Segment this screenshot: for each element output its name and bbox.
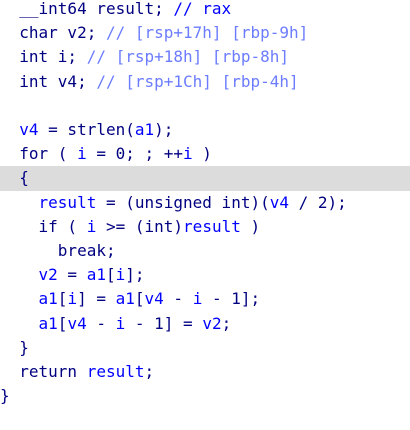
code-token: // [rsp+17h] [rbp-9h] <box>105 23 309 43</box>
code-token: ] = <box>77 289 116 309</box>
code-token: = 0; ; ++ <box>86 144 184 164</box>
code-token: = <box>57 265 87 285</box>
code-line[interactable]: } <box>0 384 410 408</box>
code-token: ; <box>144 362 155 381</box>
code-token: } <box>0 337 29 357</box>
pseudocode-editor[interactable]: __int64 result; // rax char v2; // [rsp+… <box>0 0 410 430</box>
code-token: // [rsp+18h] [rbp-8h] <box>86 47 289 67</box>
code-token: - <box>86 313 116 333</box>
code-token: v4 <box>67 313 87 333</box>
code-token: v2 <box>202 313 222 333</box>
code-token: v4 <box>144 289 164 309</box>
code-token: i <box>67 289 78 309</box>
code-token: ) <box>240 216 261 236</box>
code-line[interactable]: a1[v4 - i - 1] = v2; <box>0 312 410 336</box>
code-token: - 1]; <box>202 289 261 309</box>
code-token: a1 <box>38 289 58 309</box>
code-token: ]; <box>125 265 145 285</box>
code-token: i <box>192 289 203 309</box>
code-token: if ( <box>0 216 87 236</box>
code-token: __int64 result; <box>0 0 174 18</box>
code-token: ; <box>221 313 232 333</box>
code-token: // rax <box>173 0 232 18</box>
code-token: a1 <box>38 313 58 333</box>
code-token: [ <box>105 265 116 285</box>
code-token: [ <box>57 313 68 333</box>
code-line[interactable]: v4 = strlen(a1); <box>0 118 410 142</box>
code-token: result <box>183 216 241 236</box>
code-token: / 2); <box>288 192 347 212</box>
code-token: [ <box>134 289 145 309</box>
code-line[interactable]: } <box>0 336 410 360</box>
code-line[interactable]: if ( i >= (int)result ) <box>0 215 410 239</box>
code-token: i <box>86 216 97 236</box>
code-line[interactable]: __int64 result; // rax <box>0 0 410 21</box>
code-token: break; <box>0 241 116 260</box>
code-line[interactable]: for ( i = 0; ; ++i ) <box>0 142 410 166</box>
code-token: ) <box>192 144 212 164</box>
code-token: } <box>0 386 10 406</box>
code-token: = (unsigned int)( <box>96 192 270 212</box>
code-token: // [rsp+1Ch] [rbp-4h] <box>96 71 299 91</box>
code-token: result <box>86 362 145 381</box>
code-line[interactable]: char v2; // [rsp+17h] [rbp-9h] <box>0 21 410 45</box>
code-token: i <box>115 265 126 285</box>
code-token: [ <box>57 289 68 309</box>
code-line[interactable]: a1[i] = a1[v4 - i - 1]; <box>0 287 410 311</box>
code-token: a1 <box>86 265 106 285</box>
code-token: int i; <box>0 47 87 67</box>
code-token: i <box>115 313 126 333</box>
code-token: v4 <box>19 120 39 139</box>
code-line-current[interactable]: { <box>0 166 410 191</box>
code-token: return <box>0 362 87 381</box>
code-token: = strlen( <box>38 120 135 139</box>
code-line[interactable]: int i; // [rsp+18h] [rbp-8h] <box>0 45 410 69</box>
code-line[interactable] <box>0 94 410 118</box>
code-line[interactable]: return result; <box>0 360 410 384</box>
code-line[interactable]: break; <box>0 239 410 263</box>
code-token: int v4; <box>0 71 97 91</box>
code-token: for ( <box>0 144 78 164</box>
code-token: { <box>0 168 29 188</box>
code-token: char v2; <box>0 23 106 43</box>
code-token: - 1] = <box>125 313 203 333</box>
code-token: ); <box>154 120 174 139</box>
code-token: a1 <box>134 120 155 139</box>
code-token: a1 <box>115 289 135 309</box>
code-line[interactable]: int v4; // [rsp+1Ch] [rbp-4h] <box>0 70 410 94</box>
code-token: i <box>183 144 193 164</box>
code-line[interactable]: result = (unsigned int)(v4 / 2); <box>0 191 410 215</box>
code-token: i <box>77 144 87 164</box>
code-token: v2 <box>38 265 58 285</box>
code-token: >= (int) <box>96 216 184 236</box>
code-token: - <box>163 289 193 309</box>
code-token: result <box>38 192 97 212</box>
code-token: v4 <box>269 192 289 212</box>
code-line[interactable]: v2 = a1[i]; <box>0 263 410 287</box>
